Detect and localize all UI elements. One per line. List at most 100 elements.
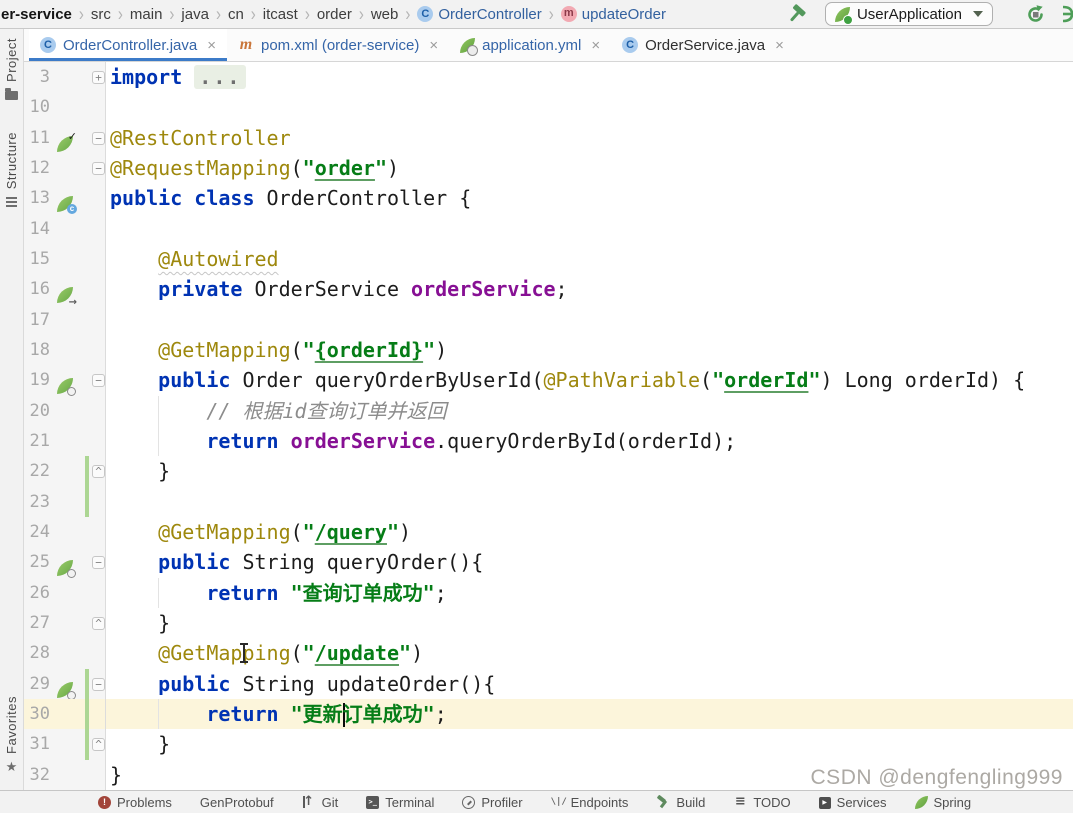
breadcrumb-item-order[interactable]: order [317,6,352,23]
code-line-content[interactable] [106,214,1073,244]
breadcrumb-item-cn[interactable]: cn [228,6,244,23]
status-item-spring[interactable]: Spring [914,795,971,810]
code-line-content[interactable] [106,487,1073,517]
breadcrumb-separator: › [304,2,310,26]
breadcrumb-item-web[interactable]: web [371,6,399,23]
code-line: 21 return orderService.queryOrderById(or… [24,425,1073,457]
mapping-icon[interactable] [57,681,76,700]
breadcrumb-item-updateorder[interactable]: updateOrder [560,6,666,23]
editor-tab-ordercontroller-java[interactable]: OrderController.java × [29,29,227,61]
autowired-icon[interactable] [57,287,77,308]
fold-marker[interactable]: ^ [92,616,105,630]
code-line-content[interactable] [106,92,1073,122]
code-token: OrderService [242,277,412,302]
mapping-link[interactable]: /update [315,641,399,665]
status-item-genprotobuf[interactable]: GenProtobuf [200,795,274,810]
status-item-terminal[interactable]: Terminal [366,795,434,810]
tab-close-icon[interactable]: × [207,37,216,54]
clipped-toolbar-icon[interactable] [1055,2,1073,26]
tool-window-button-project[interactable]: Project [4,38,19,100]
code-line-content[interactable]: @GetMapping("/query") [106,517,1073,547]
code-line-content[interactable]: } [106,729,1073,759]
code-line: 24 @GetMapping("/query") [24,516,1073,548]
tool-window-label: Favorites [4,696,19,754]
status-label: Terminal [385,794,435,810]
mapping-link[interactable]: order [315,156,375,180]
spring-boot-run-icon [834,6,853,25]
code-line: 19 − public Order queryOrderByUserId(@Pat… [24,365,1073,397]
breadcrumb-item-main[interactable]: main [130,6,163,23]
code-line-content[interactable]: @RequestMapping("order") [106,153,1073,183]
editor-tab-orderservice-java[interactable]: OrderService.java × [611,29,795,61]
rerun-icon[interactable] [1023,2,1047,26]
breadcrumb-item-ordercontroller[interactable]: OrderController [417,6,542,23]
code-token: @GetMapping [158,337,291,362]
breadcrumb-item-itcast[interactable]: itcast [263,6,298,23]
code-line-content[interactable]: @GetMapping("{orderId}") [106,335,1073,365]
breadcrumb-item-java[interactable]: java [181,6,209,23]
tab-close-icon[interactable]: × [591,37,600,54]
editor-code-area[interactable]: 3+import ...1011−@RestController12−@Requ… [24,62,1073,790]
fold-marker[interactable]: − [92,161,105,175]
mapping-link[interactable]: /query [315,520,387,544]
gutter: 18 [24,334,106,366]
mapping-link[interactable]: {orderId} [315,338,423,362]
editor-tab-pom-xml-order-service[interactable]: pom.xml (order-service) × [227,29,449,61]
gutter: 28 [24,638,106,669]
code-line-content[interactable]: } [106,608,1073,638]
fold-marker[interactable]: ^ [92,465,105,479]
mouse-text-cursor [240,643,248,664]
fold-marker[interactable]: + [92,71,105,84]
line-number: 14 [29,218,50,239]
code-line-content[interactable]: return "更新订单成功"; [106,698,1073,730]
code-line-content[interactable]: // 根据id查询订单并返回 [106,395,1073,426]
fold-marker[interactable]: − [92,556,105,570]
gutter: 32 [24,759,106,790]
code-line-content[interactable]: public String queryOrder(){ [106,547,1073,577]
spring-class-icon[interactable] [57,196,77,215]
code-line-content[interactable]: public String updateOrder(){ [106,669,1073,699]
fold-marker[interactable]: − [92,374,105,388]
spring-bean-check-icon[interactable] [57,130,77,152]
status-item-endpoints[interactable]: Endpoints [551,795,629,810]
code-token: } [110,762,123,787]
code-line-content[interactable] [106,305,1073,335]
code-line-content[interactable]: private OrderService orderService; [106,274,1073,304]
code-line-content[interactable]: public Order queryOrderByUserId(@PathVar… [106,365,1073,395]
breadcrumb-item-er-service[interactable]: er-service [1,6,72,23]
run-configuration-select[interactable]: UserApplication [824,2,993,26]
mapping-link[interactable]: orderId [724,368,808,392]
breadcrumb-separator: › [215,2,221,26]
mapping-icon[interactable] [57,378,76,397]
editor-tab-application-yml[interactable]: application.yml × [449,29,611,61]
code-token: ) [399,519,412,544]
tab-close-icon[interactable]: × [429,37,438,54]
code-line-content[interactable]: return "查询订单成功"; [106,577,1073,608]
code-token: public [158,550,231,575]
tool-window-button-structure[interactable]: Structure [4,132,19,209]
code-line-content[interactable]: @GetMapping("/update") [106,638,1073,668]
status-item-build[interactable]: Build [656,795,705,810]
code-line-content[interactable]: } [106,456,1073,486]
status-item-todo[interactable]: TODO [733,795,790,810]
build-hammer-icon[interactable] [785,2,809,26]
tab-close-icon[interactable]: × [775,37,784,54]
status-item-profiler[interactable]: Profiler [462,795,523,810]
line-number: 21 [29,430,50,451]
code-line-content[interactable]: public class OrderController { [106,183,1073,213]
code-token: " [302,337,315,362]
breadcrumb-item-src[interactable]: src [91,6,111,23]
code-line-content[interactable]: return orderService.queryOrderById(order… [106,425,1073,457]
code-line-content[interactable]: @Autowired [106,244,1073,274]
status-item-git[interactable]: Git [302,795,339,810]
tool-window-button-favorites[interactable]: Favorites [4,696,19,774]
status-item-services[interactable]: Services [818,795,887,810]
code-line-content[interactable]: @RestController [106,123,1073,153]
fold-marker[interactable]: − [92,131,105,145]
fold-marker[interactable]: ^ [92,738,105,752]
mapping-icon[interactable] [57,560,76,579]
code-line-content[interactable]: import ... [106,62,1073,92]
status-item-problems[interactable]: Problems [98,795,172,810]
fold-marker[interactable]: − [92,677,105,691]
code-token: " [374,155,387,180]
